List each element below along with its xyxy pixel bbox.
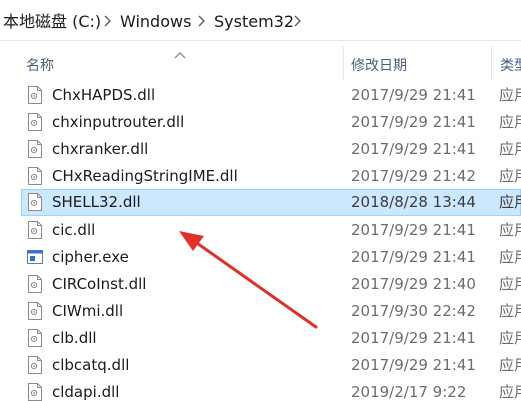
file-type: 应用 <box>499 248 521 266</box>
file-modified-date: 2017/9/29 21:41 <box>351 329 476 347</box>
dll-file-icon <box>27 113 43 131</box>
file-name: chxranker.dll <box>52 140 149 158</box>
dll-file-icon <box>27 221 43 239</box>
file-modified-date: 2017/9/29 21:41 <box>351 221 476 239</box>
breadcrumb-item-local-disk[interactable]: 本地磁盘 (C:) <box>3 12 101 32</box>
file-modified-date: 2017/9/30 22:42 <box>351 302 476 320</box>
breadcrumb-separator-icon[interactable] <box>292 13 302 29</box>
file-row[interactable]: CHxReadingStringIME.dll 2017/9/29 21:42 … <box>21 163 521 190</box>
file-modified-date: 2017/9/29 21:41 <box>351 248 476 266</box>
file-modified-date: 2017/9/29 21:41 <box>351 140 476 158</box>
dll-file-icon <box>27 86 43 104</box>
breadcrumb-item-windows[interactable]: Windows <box>120 12 191 32</box>
file-type: 应用 <box>499 221 521 239</box>
column-header-name[interactable]: 名称 <box>26 57 54 75</box>
dll-file-icon <box>27 167 43 185</box>
file-name: CHxReadingStringIME.dll <box>52 167 238 185</box>
dll-file-icon <box>27 329 43 347</box>
file-row[interactable]: clb.dll 2017/9/29 21:41 应用 <box>21 325 521 352</box>
breadcrumb-item-system32[interactable]: System32 <box>214 12 294 32</box>
file-explorer-window: 本地磁盘 (C:) Windows System32 名称 修改日期 类型 Ch… <box>0 0 521 401</box>
file-modified-date: 2017/9/29 21:41 <box>351 86 476 104</box>
column-header-row <box>0 41 521 81</box>
file-type: 应用 <box>499 383 521 401</box>
file-type: 应用 <box>499 302 521 320</box>
file-row[interactable]: CIRCoInst.dll 2017/9/29 21:40 应用 <box>21 271 521 298</box>
file-type: 应用 <box>499 167 521 185</box>
file-row[interactable]: chxinputrouter.dll 2017/9/29 21:41 应用 <box>21 109 521 136</box>
file-row[interactable]: cldapi.dll 2019/2/17 9:22 应用 <box>21 379 521 401</box>
file-row[interactable]: clbcatq.dll 2017/9/29 21:41 应用 <box>21 352 521 379</box>
file-name: cic.dll <box>52 221 96 239</box>
file-name: CIWmi.dll <box>52 302 124 320</box>
dll-file-icon <box>27 356 43 374</box>
dll-file-icon <box>27 140 43 158</box>
file-type: 应用 <box>499 113 521 131</box>
sort-ascending-icon <box>174 44 186 59</box>
file-name: CIRCoInst.dll <box>52 275 147 293</box>
file-row[interactable]: ChxHAPDS.dll 2017/9/29 21:41 应用 <box>21 82 521 109</box>
file-type: 应用 <box>499 86 521 104</box>
breadcrumb-separator-icon[interactable] <box>102 13 112 29</box>
address-bar[interactable]: 本地磁盘 (C:) Windows System32 <box>0 0 521 41</box>
dll-file-icon <box>27 193 43 211</box>
file-row[interactable]: cipher.exe 2017/9/29 21:41 应用 <box>21 244 521 271</box>
file-modified-date: 2017/9/29 21:41 <box>351 356 476 374</box>
dll-file-icon <box>27 275 43 293</box>
file-modified-date: 2018/8/28 13:44 <box>351 193 476 211</box>
file-modified-date: 2017/9/29 21:41 <box>351 113 476 131</box>
file-type: 应用 <box>499 275 521 293</box>
file-modified-date: 2019/2/17 9:22 <box>351 383 467 401</box>
file-type: 应用 <box>499 329 521 347</box>
file-name: chxinputrouter.dll <box>52 113 185 131</box>
file-row-selected[interactable]: SHELL32.dll 2018/8/28 13:44 应用 <box>21 189 521 216</box>
file-name: clb.dll <box>52 329 97 347</box>
column-header-type[interactable]: 类型 <box>500 57 521 75</box>
column-divider[interactable] <box>491 46 492 80</box>
column-divider[interactable] <box>343 46 344 80</box>
exe-file-icon <box>27 248 43 266</box>
column-header-modified[interactable]: 修改日期 <box>351 57 407 75</box>
file-modified-date: 2017/9/29 21:42 <box>351 167 476 185</box>
file-row[interactable]: chxranker.dll 2017/9/29 21:41 应用 <box>21 136 521 163</box>
file-name: ChxHAPDS.dll <box>52 86 156 104</box>
dll-file-icon <box>27 302 43 320</box>
file-name: cipher.exe <box>52 248 129 266</box>
file-list: ChxHAPDS.dll 2017/9/29 21:41 应用 chxinput… <box>0 81 521 401</box>
dll-file-icon <box>27 383 43 401</box>
breadcrumb-separator-icon[interactable] <box>196 13 206 29</box>
file-name: SHELL32.dll <box>52 193 141 211</box>
file-name: clbcatq.dll <box>52 356 130 374</box>
file-row[interactable]: CIWmi.dll 2017/9/30 22:42 应用 <box>21 298 521 325</box>
file-type: 应用 <box>499 140 521 158</box>
file-type: 应用 <box>499 193 521 211</box>
file-type: 应用 <box>499 356 521 374</box>
file-row[interactable]: cic.dll 2017/9/29 21:41 应用 <box>21 217 521 244</box>
file-modified-date: 2017/9/29 21:40 <box>351 275 476 293</box>
file-name: cldapi.dll <box>52 383 120 401</box>
